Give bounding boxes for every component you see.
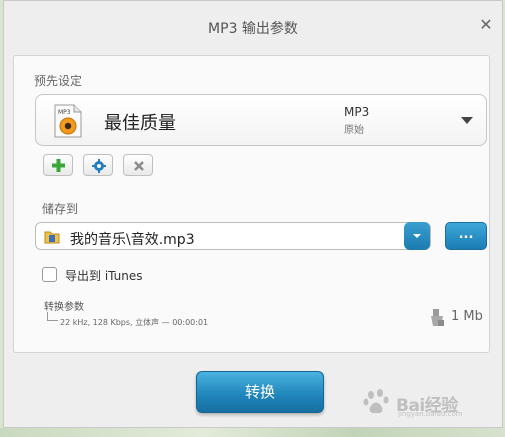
convert-button[interactable]: 转换 [196,371,324,413]
save-section-label: 储存到 [42,202,79,216]
mp3-output-settings-dialog: MP3 输出参数 ✕ 预先设定 MP3 最佳质量 MP3 原始 储存到 我的音乐… [3,0,503,428]
export-itunes-checkbox[interactable] [42,267,57,282]
close-icon[interactable]: ✕ [478,17,494,33]
preset-dropdown[interactable]: MP3 最佳质量 MP3 原始 [35,94,487,146]
save-path-dropdown-button[interactable] [404,222,430,250]
watermark-url: jingyan.baidu.com [398,410,463,418]
preset-section-label: 预先设定 [34,74,83,88]
edit-preset-button[interactable] [83,154,113,176]
x-icon [134,161,144,171]
mp3-file-icon: MP3 [54,104,82,138]
conversion-params-title: 转换参数 [44,302,84,313]
desktop-background [0,428,505,437]
settings-panel: 预先设定 MP3 最佳质量 MP3 原始 储存到 我的音乐\音效.mp3 ...… [13,55,490,353]
tree-connector [47,312,58,321]
title-bar: MP3 输出参数 ✕ [4,1,502,53]
save-path-text: 我的音乐\音效.mp3 [70,232,195,248]
preset-quality: 原始 [344,125,364,136]
dialog-title: MP3 输出参数 [208,21,298,37]
mp3-icon-text: MP3 [58,109,71,116]
save-path-field[interactable]: 我的音乐\音效.mp3 [35,222,431,250]
preset-format: MP3 [344,105,370,119]
add-preset-button[interactable] [43,154,73,176]
chevron-down-icon [461,117,473,124]
browse-button[interactable]: ... [445,222,487,250]
chevron-down-icon [413,234,421,238]
plus-icon [52,159,65,172]
conversion-details: 22 kHz, 128 Kbps, 立体声 — 00:00:01 [60,318,209,327]
gear-icon [92,159,106,173]
file-size-icon [431,309,444,326]
delete-preset-button[interactable] [123,154,153,176]
paw-icon [363,389,389,414]
music-folder-icon [44,231,60,244]
watermark-logo: Bai经验 jingyan.baidu.com [362,387,502,421]
export-itunes-label[interactable]: 导出到 iTunes [65,267,143,284]
preset-name: 最佳质量 [104,113,176,134]
output-size: 1 Mb [451,309,483,324]
